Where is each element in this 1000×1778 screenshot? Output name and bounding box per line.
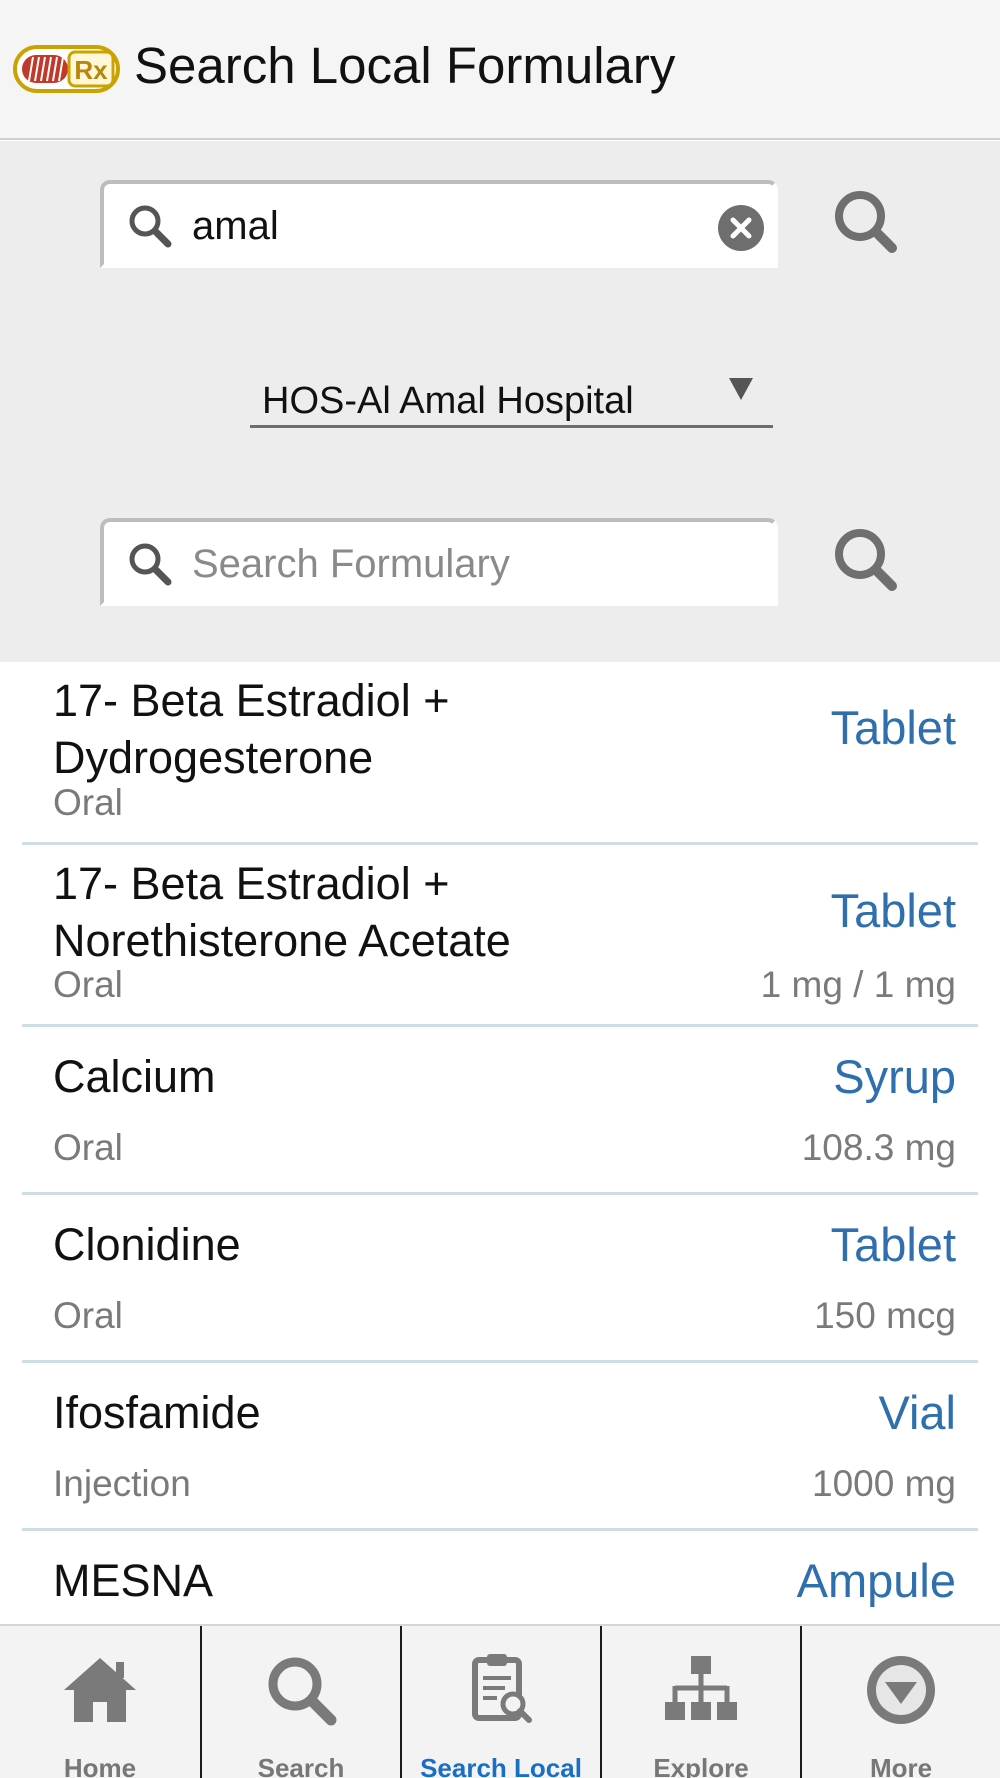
- results-list: 17- Beta Estradiol + Dydrogesterone Tabl…: [0, 662, 1000, 1624]
- tab-label: Home: [63, 1753, 137, 1778]
- formulary-search-submit-button[interactable]: [826, 520, 906, 600]
- route: Oral: [53, 782, 123, 823]
- clear-icon: [730, 217, 752, 239]
- drug-search-submit-button[interactable]: [826, 182, 906, 262]
- page-title: Search Local Formulary: [134, 37, 676, 94]
- clipboard-search-icon: [472, 1654, 532, 1723]
- dose: 108.3 mg: [801, 1127, 956, 1168]
- drug-name: MESNA: [53, 1555, 214, 1606]
- rx-logo-icon: Rx: [13, 45, 120, 93]
- formulary-search-field[interactable]: Search Formulary: [100, 518, 778, 606]
- hospital-select[interactable]: HOS-Al Amal Hospital: [250, 370, 773, 428]
- drug-search-input[interactable]: amal: [192, 198, 279, 254]
- route: Oral: [53, 964, 123, 1005]
- tab-label: Explore: [653, 1753, 749, 1778]
- hospital-select-value: HOS-Al Amal Hospital: [262, 380, 634, 422]
- drug-name: 17- Beta Estradiol + Norethisterone Acet…: [53, 858, 511, 966]
- drug-name: Ifosfamide: [53, 1387, 261, 1438]
- route: Oral: [53, 1127, 123, 1168]
- search-panel: amal HOS-Al Amal Hospital Search Formula…: [0, 141, 1000, 662]
- drug-name: 17- Beta Estradiol + Dydrogesterone: [53, 675, 450, 783]
- tab-label: Search Local: [420, 1753, 582, 1778]
- list-item[interactable]: Calcium Syrup Oral 108.3 mg: [22, 1027, 978, 1195]
- tab-search-local[interactable]: Search Local: [400, 1626, 600, 1778]
- dropdown-arrow-icon: [729, 378, 753, 400]
- search-icon: [268, 1657, 337, 1726]
- list-item[interactable]: Clonidine Tablet Oral 150 mcg: [22, 1195, 978, 1363]
- dose: 150 mcg: [814, 1295, 956, 1336]
- hierarchy-icon: [665, 1656, 737, 1720]
- route: Oral: [53, 1295, 123, 1336]
- tab-label: Search: [257, 1753, 345, 1778]
- dose: 1 mg / 1 mg: [760, 964, 956, 1005]
- dosage-form: Tablet: [830, 701, 956, 754]
- dosage-form: Tablet: [830, 884, 956, 937]
- svg-text:Rx: Rx: [74, 55, 108, 85]
- drug-name: Clonidine: [53, 1219, 241, 1270]
- list-item[interactable]: MESNA Ampule: [22, 1531, 978, 1624]
- tab-explore[interactable]: Explore: [600, 1626, 800, 1778]
- route: Injection: [53, 1463, 191, 1504]
- search-icon: [129, 205, 172, 248]
- clear-search-button[interactable]: [718, 205, 764, 251]
- drug-name: Calcium: [53, 1051, 216, 1102]
- search-icon: [129, 543, 172, 586]
- dosage-form: Tablet: [830, 1218, 956, 1271]
- tab-home[interactable]: Home: [0, 1626, 200, 1778]
- list-item[interactable]: 17- Beta Estradiol + Dydrogesterone Tabl…: [22, 662, 978, 845]
- drug-search-field[interactable]: amal: [100, 180, 778, 268]
- bottom-tab-bar: Home Search Search Local Explore More: [0, 1624, 1000, 1778]
- dosage-form: Vial: [878, 1386, 956, 1439]
- list-item[interactable]: Ifosfamide Vial Injection 1000 mg: [22, 1363, 978, 1531]
- formulary-search-input[interactable]: Search Formulary: [192, 536, 510, 592]
- dosage-form: Ampule: [796, 1554, 956, 1607]
- dose: 1000 mg: [812, 1463, 956, 1504]
- app-header: Rx Search Local Formulary: [0, 0, 1000, 140]
- dosage-form: Syrup: [833, 1050, 956, 1103]
- more-down-icon: [867, 1656, 935, 1724]
- home-icon: [64, 1658, 136, 1722]
- tab-more[interactable]: More: [800, 1626, 1000, 1778]
- tab-search[interactable]: Search: [200, 1626, 400, 1778]
- list-item[interactable]: 17- Beta Estradiol + Norethisterone Acet…: [22, 845, 978, 1027]
- tab-label: More: [869, 1753, 933, 1778]
